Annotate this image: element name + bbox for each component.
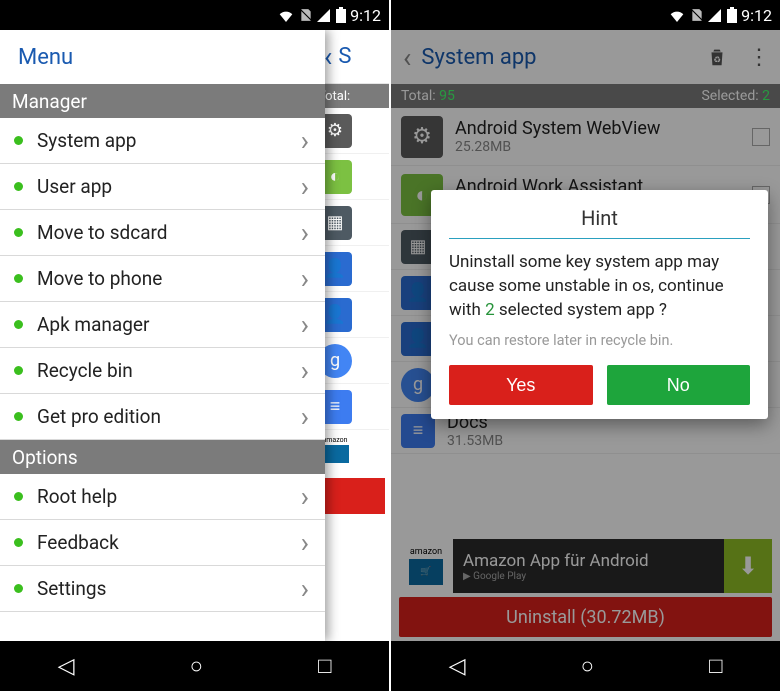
bullet-icon bbox=[14, 584, 23, 593]
chevron-right-icon bbox=[301, 403, 311, 431]
drawer-item-system-app[interactable]: System app bbox=[0, 118, 325, 164]
signal-icon bbox=[317, 9, 330, 22]
drawer-item-move-phone[interactable]: Move to phone bbox=[0, 256, 325, 302]
drawer-item-get-pro[interactable]: Get pro edition bbox=[0, 394, 325, 440]
drawer-item-user-app[interactable]: User app bbox=[0, 164, 325, 210]
nav-back-icon[interactable]: ◁ bbox=[449, 654, 466, 679]
wifi-icon bbox=[668, 8, 686, 22]
chevron-right-icon bbox=[301, 357, 311, 385]
phone-left: 9:12 S Total: ⚙ ◐ ▦ 👤 👤 g ≡ amazon Menu … bbox=[0, 0, 391, 691]
no-sim-icon bbox=[299, 8, 313, 22]
chevron-right-icon bbox=[301, 529, 311, 557]
drawer-item-label: Feedback bbox=[37, 531, 119, 554]
no-button[interactable]: No bbox=[607, 365, 751, 405]
yes-button[interactable]: Yes bbox=[449, 365, 593, 405]
dialog-title: Hint bbox=[449, 206, 750, 238]
bullet-icon bbox=[14, 320, 23, 329]
bullet-icon bbox=[14, 274, 23, 283]
drawer-item-label: Recycle bin bbox=[37, 359, 133, 382]
drawer-item-label: Get pro edition bbox=[37, 405, 161, 428]
menu-title: Menu bbox=[0, 30, 325, 84]
bullet-icon bbox=[14, 136, 23, 145]
drawer-item-apk-manager[interactable]: Apk manager bbox=[0, 302, 325, 348]
chevron-right-icon bbox=[301, 127, 311, 155]
chevron-right-icon bbox=[301, 575, 311, 603]
chevron-right-icon bbox=[301, 483, 311, 511]
nav-recents-icon[interactable]: □ bbox=[318, 653, 331, 679]
status-time: 9:12 bbox=[741, 6, 772, 25]
chevron-right-icon bbox=[301, 219, 311, 247]
status-time: 9:12 bbox=[350, 6, 381, 25]
nav-home-icon[interactable]: ○ bbox=[581, 653, 594, 679]
section-manager: Manager bbox=[0, 84, 325, 118]
android-nav-bar: ◁ ○ □ bbox=[0, 641, 389, 691]
drawer-item-root-help[interactable]: Root help bbox=[0, 474, 325, 520]
battery-icon bbox=[336, 7, 346, 23]
no-sim-icon bbox=[690, 8, 704, 22]
hint-dialog: Hint Uninstall some key system app may c… bbox=[431, 190, 768, 419]
wifi-icon bbox=[277, 8, 295, 22]
drawer-item-label: User app bbox=[37, 175, 112, 198]
nav-home-icon[interactable]: ○ bbox=[190, 653, 203, 679]
bullet-icon bbox=[14, 182, 23, 191]
drawer-item-label: Move to sdcard bbox=[37, 221, 168, 244]
section-options: Options bbox=[0, 440, 325, 474]
bullet-icon bbox=[14, 538, 23, 547]
nav-drawer: Menu Manager System app User app Move to… bbox=[0, 30, 325, 641]
chevron-right-icon bbox=[301, 173, 311, 201]
phone-right: 9:12 System app ♻ ⋮ Total: 95 Selected: … bbox=[391, 0, 782, 691]
peek-title-fragment: S bbox=[338, 44, 351, 69]
back-icon[interactable] bbox=[324, 40, 332, 73]
signal-icon bbox=[708, 9, 721, 22]
status-bar: 9:12 bbox=[0, 0, 389, 30]
status-bar: 9:12 bbox=[391, 0, 780, 30]
bullet-icon bbox=[14, 228, 23, 237]
android-nav-bar: ◁ ○ □ bbox=[391, 641, 780, 691]
drawer-item-settings[interactable]: Settings bbox=[0, 566, 325, 612]
drawer-item-label: Move to phone bbox=[37, 267, 162, 290]
bullet-icon bbox=[14, 492, 23, 501]
drawer-item-label: Apk manager bbox=[37, 313, 149, 336]
drawer-item-move-sdcard[interactable]: Move to sdcard bbox=[0, 210, 325, 256]
drawer-item-label: Root help bbox=[37, 485, 117, 508]
drawer-item-label: Settings bbox=[37, 577, 106, 600]
nav-recents-icon[interactable]: □ bbox=[709, 653, 722, 679]
nav-back-icon[interactable]: ◁ bbox=[58, 654, 75, 679]
chevron-right-icon bbox=[301, 311, 311, 339]
drawer-item-feedback[interactable]: Feedback bbox=[0, 520, 325, 566]
battery-icon bbox=[727, 7, 737, 23]
drawer-item-recycle-bin[interactable]: Recycle bin bbox=[0, 348, 325, 394]
bullet-icon bbox=[14, 366, 23, 375]
dialog-subtext: You can restore later in recycle bin. bbox=[449, 332, 750, 349]
bullet-icon bbox=[14, 412, 23, 421]
dialog-message: Uninstall some key system app may cause … bbox=[449, 251, 750, 322]
drawer-item-label: System app bbox=[37, 129, 136, 152]
chevron-right-icon bbox=[301, 265, 311, 293]
